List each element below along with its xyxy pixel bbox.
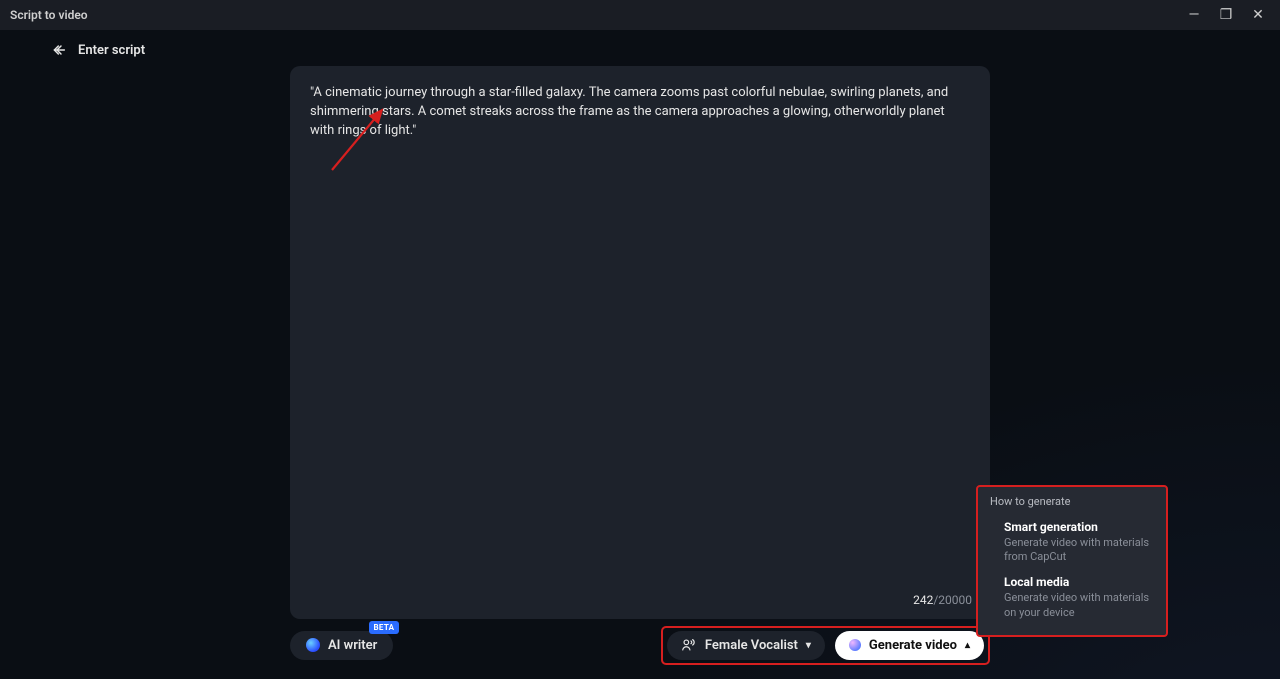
generate-video-button[interactable]: Generate video ▴ xyxy=(835,631,984,660)
popup-item-smart-generation[interactable]: Smart generation Generate video with mat… xyxy=(990,514,1154,570)
minimize-button[interactable]: — xyxy=(1184,5,1204,25)
character-counter: 242/20000 xyxy=(913,593,972,607)
page-header: Enter script xyxy=(0,30,1280,70)
popup-item-desc: Generate video with materials from CapCu… xyxy=(1004,536,1154,566)
script-textarea[interactable]: "A cinematic journey through a star-fill… xyxy=(310,84,970,141)
window-controls: — ❐ ✕ xyxy=(1184,0,1280,30)
close-button[interactable]: ✕ xyxy=(1248,5,1268,25)
chevron-up-icon: ▴ xyxy=(965,640,970,651)
popup-item-local-media[interactable]: Local media Generate video with material… xyxy=(990,569,1154,625)
back-arrow-icon[interactable] xyxy=(50,41,68,59)
generate-controls-group: Female Vocalist ▾ Generate video ▴ xyxy=(661,626,990,665)
popup-item-title: Smart generation xyxy=(1004,520,1154,534)
page-title: Enter script xyxy=(78,43,145,58)
counter-current: 242 xyxy=(913,593,933,607)
beta-badge: BETA xyxy=(369,621,400,634)
generate-label: Generate video xyxy=(869,638,957,653)
popup-item-title: Local media xyxy=(1004,575,1154,589)
popup-title: How to generate xyxy=(990,495,1154,508)
app-title: Script to video xyxy=(10,8,88,22)
script-panel: "A cinematic journey through a star-fill… xyxy=(290,66,990,619)
chevron-down-icon: ▾ xyxy=(806,640,811,651)
maximize-button[interactable]: ❐ xyxy=(1216,5,1236,25)
ai-writer-label: AI writer xyxy=(328,638,377,653)
generate-orb-icon xyxy=(849,639,861,651)
voice-label: Female Vocalist xyxy=(705,638,798,653)
generate-options-popup: How to generate Smart generation Generat… xyxy=(976,485,1168,637)
ai-orb-icon xyxy=(306,638,320,652)
ai-writer-button[interactable]: AI writer BETA xyxy=(290,631,393,660)
popup-item-desc: Generate video with materials on your de… xyxy=(1004,591,1154,621)
voice-selector[interactable]: Female Vocalist ▾ xyxy=(667,631,825,660)
counter-max: 20000 xyxy=(938,593,972,607)
titlebar: Script to video xyxy=(0,0,1280,30)
voice-icon xyxy=(681,638,697,652)
